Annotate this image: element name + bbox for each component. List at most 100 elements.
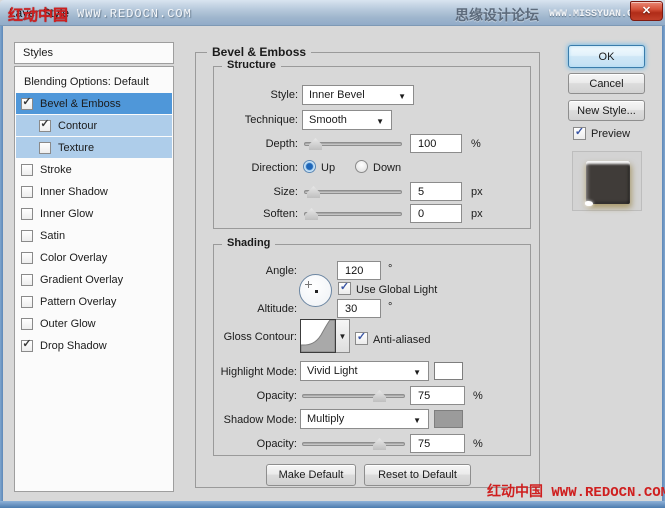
anti-aliased-checkbox[interactable]: ✓ — [355, 332, 368, 345]
cancel-button[interactable]: Cancel — [568, 73, 645, 94]
contour-checkbox[interactable]: ✓ — [39, 119, 51, 132]
shadow-mode-dropdown[interactable]: Multiply ▼ — [300, 409, 429, 429]
highlight-opacity-unit: % — [473, 390, 483, 402]
angle-input[interactable] — [337, 261, 381, 280]
anti-aliased-label: Anti-aliased — [373, 334, 431, 346]
watermark-top-right-cn: 思缘设计论坛 — [455, 7, 539, 23]
depth-slider[interactable] — [304, 138, 402, 150]
highlight-opacity-input[interactable] — [410, 386, 465, 405]
highlight-mode-label: Highlight Mode: — [220, 366, 297, 378]
inner-shadow-checkbox[interactable] — [21, 185, 33, 198]
bevel-emboss-panel: Bevel & Emboss Structure Style: Inner Be… — [195, 45, 540, 488]
angle-dial[interactable] — [299, 274, 332, 307]
title-bar[interactable]: Layer Style 红动中国 WWW.REDOCN.COM 思缘设计论坛 W… — [0, 0, 665, 26]
sidebar-item-contour[interactable]: ✓ Contour — [16, 115, 172, 136]
shadow-opacity-slider[interactable] — [302, 438, 405, 450]
highlight-opacity-thumb[interactable] — [373, 390, 386, 402]
sidebar-item-drop-shadow[interactable]: ✓ Drop Shadow — [16, 335, 172, 356]
size-input[interactable] — [410, 182, 462, 201]
bevel-emboss-checkbox[interactable]: ✓ — [21, 97, 33, 110]
use-global-light-checkbox[interactable]: ✓ — [338, 282, 351, 295]
window-border-left — [0, 26, 3, 502]
depth-label: Depth: — [265, 138, 298, 150]
sidebar-item-inner-glow[interactable]: Inner Glow — [16, 203, 172, 224]
drop-shadow-checkbox[interactable]: ✓ — [21, 339, 33, 352]
sidebar-item-pattern-overlay[interactable]: Pattern Overlay — [16, 291, 172, 312]
sidebar-item-texture[interactable]: Texture — [16, 137, 172, 158]
chevron-down-icon: ▼ — [338, 331, 347, 341]
texture-checkbox[interactable] — [39, 141, 51, 154]
style-label: Style: — [270, 89, 298, 101]
soften-label: Soften: — [263, 208, 298, 220]
use-global-light-label: Use Global Light — [356, 284, 438, 296]
layer-style-dialog: Layer Style 红动中国 WWW.REDOCN.COM 思缘设计论坛 W… — [0, 0, 665, 508]
highlight-color-swatch[interactable] — [434, 362, 463, 380]
new-style-button[interactable]: New Style... — [568, 100, 645, 121]
ok-button[interactable]: OK — [568, 45, 645, 68]
pattern-overlay-checkbox[interactable] — [21, 295, 33, 308]
shading-group: Shading Angle: ° ✓ Use Global Light Alti… — [213, 237, 531, 456]
window-title: Layer Style — [9, 6, 70, 20]
structure-legend: Structure — [222, 59, 281, 71]
depth-slider-thumb[interactable] — [309, 138, 322, 150]
highlight-mode-dropdown[interactable]: Vivid Light ▼ — [300, 361, 429, 381]
direction-up-radio[interactable] — [303, 160, 316, 173]
depth-input[interactable] — [410, 134, 462, 153]
size-label: Size: — [273, 186, 298, 198]
highlight-opacity-label: Opacity: — [256, 390, 297, 402]
shadow-opacity-label: Opacity: — [256, 438, 297, 450]
inner-glow-checkbox[interactable] — [21, 207, 33, 220]
soften-input[interactable] — [410, 204, 462, 223]
styles-list: Blending Options: Default ✓ Bevel & Embos… — [14, 66, 174, 492]
sidebar-item-color-overlay[interactable]: Color Overlay — [16, 247, 172, 268]
shadow-opacity-unit: % — [473, 438, 483, 450]
shadow-mode-label: Shadow Mode: — [223, 414, 297, 426]
reset-to-default-button[interactable]: Reset to Default — [364, 464, 471, 486]
direction-down-radio[interactable] — [355, 160, 368, 173]
gloss-contour-thumbnail[interactable] — [300, 319, 336, 353]
style-dropdown[interactable]: Inner Bevel ▼ — [302, 85, 414, 105]
close-button[interactable]: ✕ — [630, 1, 663, 21]
sidebar-item-blending-options[interactable]: Blending Options: Default — [16, 71, 172, 92]
altitude-unit: ° — [388, 301, 393, 313]
chevron-down-icon: ▼ — [413, 368, 421, 377]
make-default-button[interactable]: Make Default — [266, 464, 356, 486]
highlight-opacity-slider[interactable] — [302, 390, 405, 402]
sidebar-item-bevel-emboss[interactable]: ✓ Bevel & Emboss — [16, 93, 172, 114]
angle-label: Angle: — [265, 265, 297, 277]
stroke-checkbox[interactable] — [21, 163, 33, 176]
preview-checkbox[interactable]: ✓ — [573, 127, 586, 140]
watermark-top-left-url: WWW.REDOCN.COM — [77, 7, 192, 21]
shadow-opacity-input[interactable] — [410, 434, 465, 453]
gradient-overlay-checkbox[interactable] — [21, 273, 33, 286]
panel-title: Bevel & Emboss — [207, 45, 312, 59]
shadow-color-swatch[interactable] — [434, 410, 463, 428]
close-icon: ✕ — [641, 4, 652, 17]
soften-slider-thumb[interactable] — [305, 208, 318, 220]
direction-up-label: Up — [321, 162, 336, 174]
technique-dropdown[interactable]: Smooth ▼ — [302, 110, 392, 130]
technique-label: Technique: — [244, 114, 298, 126]
styles-title: Styles — [23, 47, 53, 59]
size-slider-thumb[interactable] — [307, 186, 320, 198]
chevron-down-icon: ▼ — [376, 117, 384, 126]
size-slider[interactable] — [304, 186, 402, 198]
depth-unit: % — [471, 138, 481, 150]
style-preview-thumbnail — [585, 161, 630, 206]
sidebar-item-satin[interactable]: Satin — [16, 225, 172, 246]
direction-down-label: Down — [373, 162, 402, 174]
altitude-input[interactable] — [337, 299, 381, 318]
sidebar-item-gradient-overlay[interactable]: Gradient Overlay — [16, 269, 172, 290]
direction-label: Direction: — [251, 162, 298, 174]
gloss-contour-dropdown[interactable]: ▼ — [336, 319, 350, 353]
sidebar-item-outer-glow[interactable]: Outer Glow — [16, 313, 172, 334]
outer-glow-checkbox[interactable] — [21, 317, 33, 330]
satin-checkbox[interactable] — [21, 229, 33, 242]
shadow-opacity-thumb[interactable] — [373, 438, 386, 450]
gloss-contour-label: Gloss Contour: — [223, 331, 297, 343]
sidebar-item-stroke[interactable]: Stroke — [16, 159, 172, 180]
soften-slider[interactable] — [304, 208, 402, 220]
soften-unit: px — [471, 208, 483, 220]
sidebar-item-inner-shadow[interactable]: Inner Shadow — [16, 181, 172, 202]
color-overlay-checkbox[interactable] — [21, 251, 33, 264]
